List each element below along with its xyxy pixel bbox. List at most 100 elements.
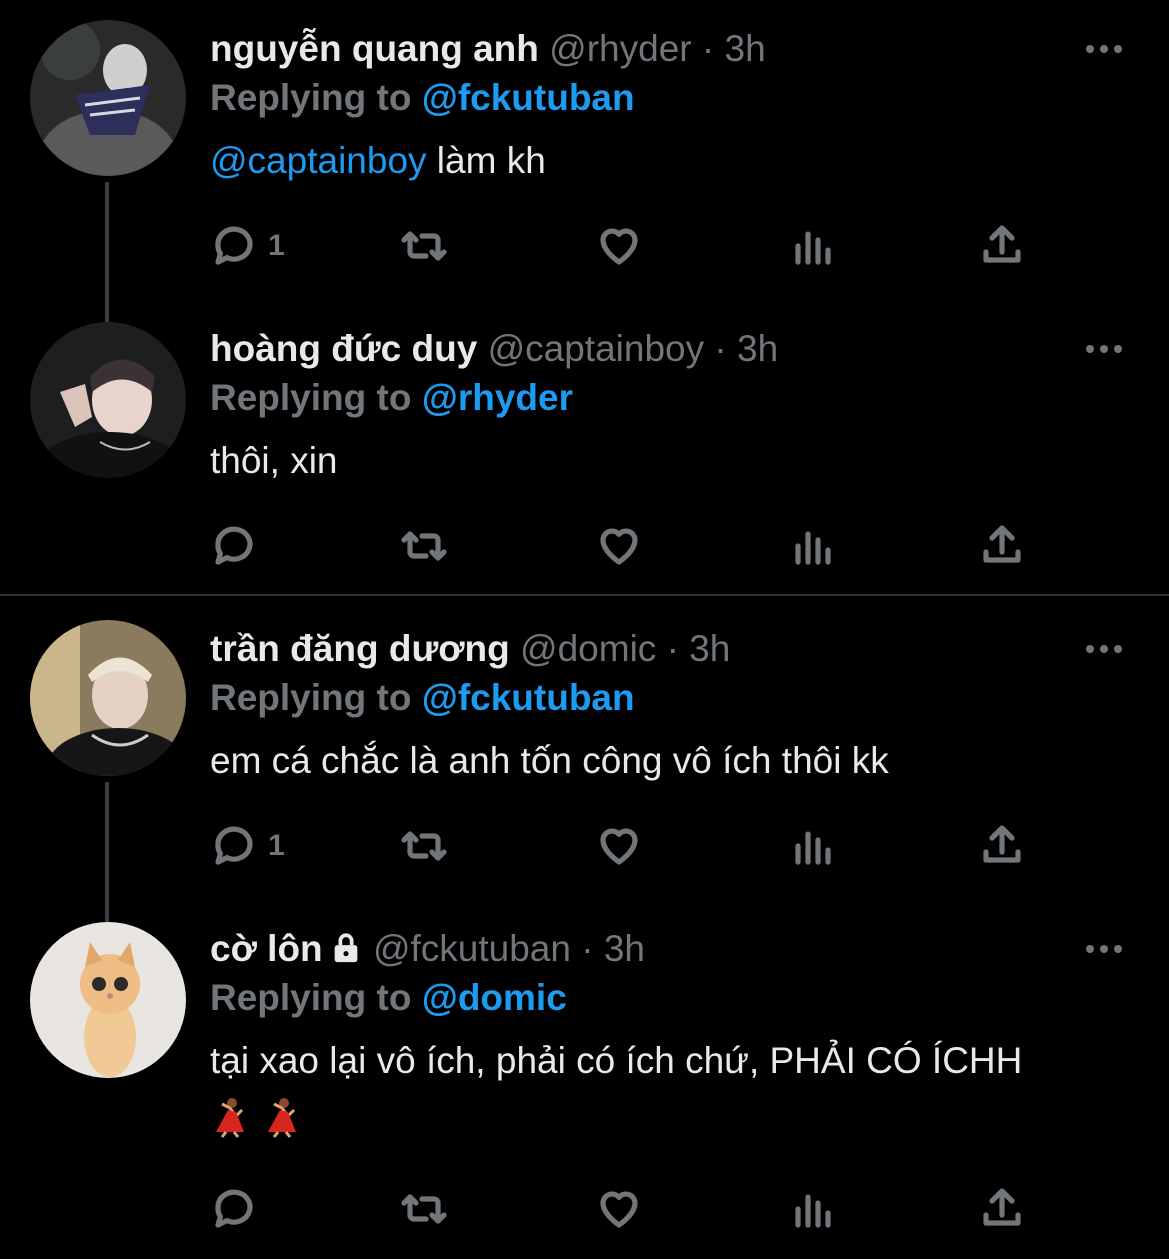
retweet-icon: [401, 531, 447, 561]
display-name[interactable]: trần đăng dương: [210, 628, 510, 669]
replying-to-handle[interactable]: @fckutuban: [422, 77, 635, 118]
reply-button[interactable]: 1: [210, 816, 285, 876]
share-button[interactable]: [978, 516, 1026, 576]
analytics-button[interactable]: [788, 216, 836, 276]
retweet-button[interactable]: [400, 216, 448, 276]
tweet-header: nguyễn quang anh @rhyder · 3h: [210, 26, 766, 72]
retweet-icon: [401, 1194, 447, 1224]
share-icon: [983, 825, 1021, 863]
analytics-button[interactable]: [788, 516, 836, 576]
share-button[interactable]: [978, 216, 1026, 276]
tweet-text-content: làm kh: [426, 140, 546, 181]
analytics-button[interactable]: [788, 816, 836, 876]
user-handle[interactable]: @captainboy: [488, 328, 705, 369]
analytics-icon: [795, 231, 831, 265]
user-photo-blond: [30, 620, 186, 776]
user-photo-bandana: [30, 20, 186, 176]
like-button[interactable]: [595, 216, 643, 276]
analytics-button[interactable]: [788, 1179, 836, 1239]
reply-count: 1: [268, 229, 285, 262]
lock-icon: [334, 933, 357, 963]
replying-to-handle[interactable]: @domic: [422, 977, 567, 1018]
share-button[interactable]: [978, 816, 1026, 876]
user-handle[interactable]: @rhyder: [549, 28, 691, 69]
share-icon: [983, 1188, 1021, 1226]
user-handle[interactable]: @domic: [520, 628, 656, 669]
thread-line: [105, 300, 109, 322]
replying-label: Replying to: [210, 77, 412, 118]
replying-to-handle[interactable]: @fckutuban: [422, 677, 635, 718]
retweet-button[interactable]: [400, 816, 448, 876]
replying-to-handle[interactable]: @rhyder: [422, 377, 573, 418]
avatar[interactable]: [30, 922, 186, 1078]
replying-to: Replying to @fckutuban: [210, 75, 635, 121]
timestamp[interactable]: · 3h: [702, 28, 766, 69]
timestamp[interactable]: · 3h: [667, 628, 731, 669]
more-icon[interactable]: [1086, 642, 1126, 656]
thread-line: [105, 182, 109, 300]
replying-to: Replying to @fckutuban: [210, 675, 635, 721]
tweet[interactable]: trần đăng dương @domic · 3h Replying to …: [0, 600, 1169, 900]
reply-icon: [215, 226, 253, 265]
retweet-icon: [401, 831, 447, 861]
heart-icon: [600, 828, 638, 865]
like-button[interactable]: [595, 1179, 643, 1239]
reply-icon: [215, 1189, 253, 1228]
action-bar: 1: [210, 216, 1110, 276]
tweet-text: em cá chắc là anh tốn công vô ích thôi k…: [210, 740, 889, 781]
reply-button[interactable]: [210, 516, 268, 576]
share-button[interactable]: [978, 1179, 1026, 1239]
heart-icon: [600, 528, 638, 565]
tweet-header: trần đăng dương @domic · 3h: [210, 626, 730, 672]
avatar[interactable]: [30, 620, 186, 776]
tweet-text: @captainboy làm kh: [210, 138, 546, 184]
mention-link[interactable]: @captainboy: [210, 140, 427, 181]
reply-button[interactable]: [210, 1179, 268, 1239]
thread-line: [105, 900, 109, 922]
tweet[interactable]: cờ lôn @fckutuban · 3h Replying to @domi…: [0, 900, 1169, 1259]
tweet-header: hoàng đức duy @captainboy · 3h: [210, 326, 778, 372]
timestamp[interactable]: · 3h: [714, 328, 778, 369]
like-button[interactable]: [595, 516, 643, 576]
retweet-button[interactable]: [400, 516, 448, 576]
display-name[interactable]: hoàng đức duy: [210, 328, 477, 369]
retweet-button[interactable]: [400, 1179, 448, 1239]
replying-to: Replying to @rhyder: [210, 375, 573, 421]
action-bar: [210, 516, 1110, 576]
display-name[interactable]: nguyễn quang anh: [210, 28, 539, 69]
heart-icon: [600, 1191, 638, 1228]
avatar[interactable]: [30, 20, 186, 176]
dancer-emoji: [216, 1098, 244, 1138]
avatar[interactable]: [30, 322, 186, 478]
replying-label: Replying to: [210, 377, 412, 418]
dancer-emoji: [268, 1098, 296, 1138]
user-photo-hand-sign: [30, 322, 186, 478]
reply-button[interactable]: 1: [210, 216, 285, 276]
thread-divider: [0, 594, 1169, 596]
more-icon[interactable]: [1086, 42, 1126, 56]
share-icon: [983, 225, 1021, 263]
analytics-icon: [795, 531, 831, 565]
tweet[interactable]: hoàng đức duy @captainboy · 3h Replying …: [0, 300, 1169, 594]
tweet-text: thôi, xin: [210, 440, 338, 481]
replying-label: Replying to: [210, 677, 412, 718]
replying-label: Replying to: [210, 977, 412, 1018]
retweet-icon: [401, 231, 447, 261]
emoji-row: [210, 1096, 302, 1138]
tweet[interactable]: nguyễn quang anh @rhyder · 3h Replying t…: [0, 0, 1169, 300]
action-bar: 1: [210, 816, 1110, 876]
display-name[interactable]: cờ lôn: [210, 928, 323, 969]
heart-icon: [600, 228, 638, 265]
tweet-header: cờ lôn @fckutuban · 3h: [210, 926, 645, 972]
reply-icon: [215, 526, 253, 565]
share-icon: [983, 525, 1021, 563]
action-bar: [210, 1179, 1110, 1239]
more-icon[interactable]: [1086, 942, 1126, 956]
timestamp[interactable]: · 3h: [581, 928, 645, 969]
more-icon[interactable]: [1086, 342, 1126, 356]
user-handle[interactable]: @fckutuban: [373, 928, 571, 969]
kitten-photo: [30, 922, 186, 1078]
like-button[interactable]: [595, 816, 643, 876]
tweet-text: tại xao lại vô ích, phải có ích chứ, PHẢ…: [210, 1040, 1023, 1081]
thread-line: [105, 782, 109, 900]
